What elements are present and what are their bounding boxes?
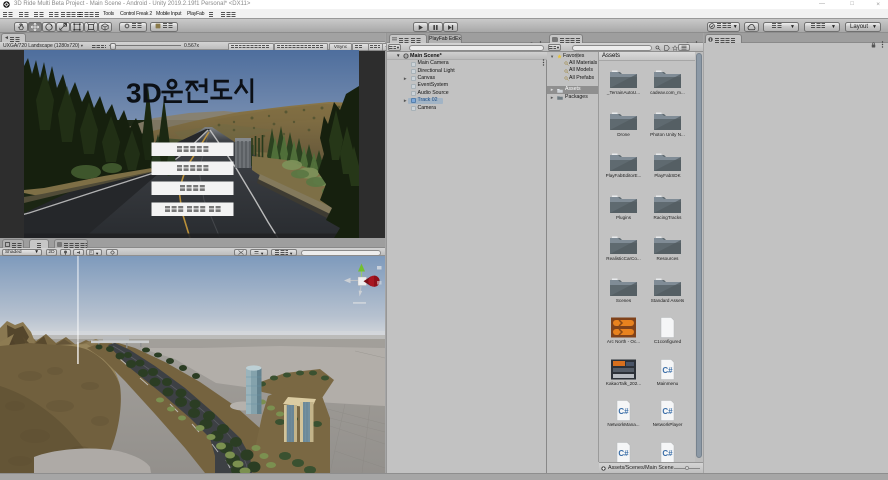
svg-text:C#: C#	[618, 407, 629, 416]
svg-text:C#: C#	[662, 366, 673, 375]
svg-text:3D: 3D	[126, 78, 162, 109]
svg-text:C#: C#	[618, 449, 629, 458]
svg-text:C#: C#	[662, 407, 673, 416]
svg-text:C#: C#	[662, 449, 673, 458]
